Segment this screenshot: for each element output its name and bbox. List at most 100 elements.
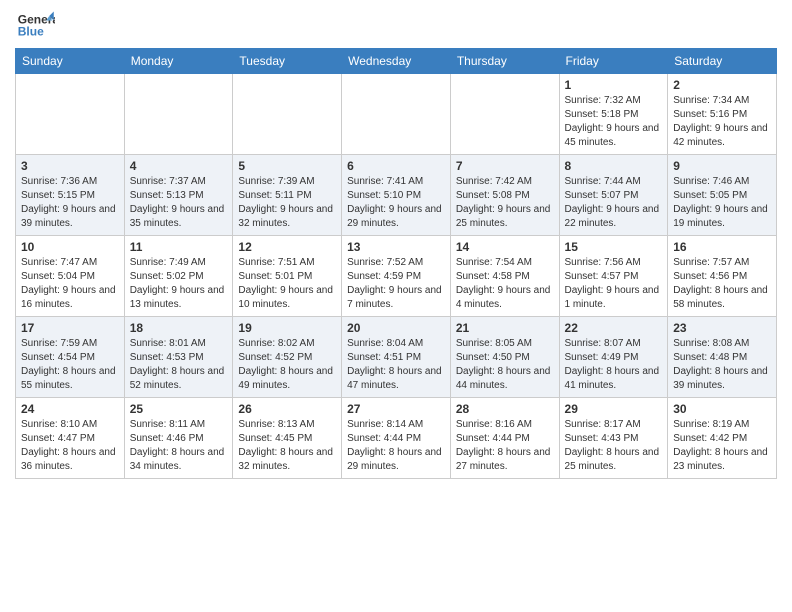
day-cell-17: 17 Sunrise: 7:59 AM Sunset: 4:54 PM Dayli…	[16, 317, 125, 398]
day-cell-27: 27Sunrise: 8:14 AM Sunset: 4:44 PM Dayli…	[342, 398, 451, 479]
day-info: Sunrise: 8:13 AM Sunset: 4:45 PM Dayligh…	[238, 418, 336, 474]
day-cell-6: 6 Sunrise: 7:41 AM Sunset: 5:10 PM Daylig…	[342, 155, 451, 236]
day-number: 15	[565, 240, 663, 254]
day-cell-13: 13 Sunrise: 7:52 AM Sunset: 4:59 PM Dayli…	[342, 236, 451, 317]
day-number: 4	[130, 159, 228, 173]
day-number: 16	[673, 240, 771, 254]
day-number: 25	[130, 402, 228, 416]
day-cell-21: 21 Sunrise: 8:05 AM Sunset: 4:50 PM Dayli…	[450, 317, 559, 398]
day-cell-11: 11Sunrise: 7:49 AM Sunset: 5:02 PM Dayli…	[124, 236, 233, 317]
svg-text:Blue: Blue	[18, 25, 44, 39]
day-cell-7: 7 Sunrise: 7:42 AM Sunset: 5:08 PM Daylig…	[450, 155, 559, 236]
day-info: Sunrise: 7:54 AM Sunset: 4:58 PM Dayligh…	[456, 256, 554, 312]
day-number: 24	[21, 402, 119, 416]
day-cell-18: 18 Sunrise: 8:01 AM Sunset: 4:53 PM Dayli…	[124, 317, 233, 398]
day-info: Sunrise: 7:47 AM Sunset: 5:04 PM Dayligh…	[21, 256, 119, 312]
day-cell-14: 14 Sunrise: 7:54 AM Sunset: 4:58 PM Dayli…	[450, 236, 559, 317]
day-number: 14	[456, 240, 554, 254]
day-cell-8: 8 Sunrise: 7:44 AM Sunset: 5:07 PM Daylig…	[559, 155, 668, 236]
day-number: 27	[347, 402, 445, 416]
day-info: Sunrise: 8:10 AM Sunset: 4:47 PM Dayligh…	[21, 418, 119, 474]
week-row-4: 17 Sunrise: 7:59 AM Sunset: 4:54 PM Dayli…	[16, 317, 777, 398]
day-number: 12	[238, 240, 336, 254]
day-number: 30	[673, 402, 771, 416]
day-info: Sunrise: 7:34 AM Sunset: 5:16 PM Dayligh…	[673, 94, 771, 150]
day-info: Sunrise: 8:19 AM Sunset: 4:42 PM Dayligh…	[673, 418, 771, 474]
day-cell-25: 25 Sunrise: 8:11 AM Sunset: 4:46 PM Dayli…	[124, 398, 233, 479]
day-number: 19	[238, 321, 336, 335]
day-info: Sunrise: 7:49 AM Sunset: 5:02 PM Dayligh…	[130, 256, 228, 312]
day-info: Sunrise: 7:42 AM Sunset: 5:08 PM Dayligh…	[456, 175, 554, 231]
day-info: Sunrise: 7:44 AM Sunset: 5:07 PM Dayligh…	[565, 175, 663, 231]
day-info: Sunrise: 7:57 AM Sunset: 4:56 PM Dayligh…	[673, 256, 771, 312]
day-cell-empty	[233, 74, 342, 155]
day-number: 13	[347, 240, 445, 254]
day-cell-30: 30 Sunrise: 8:19 AM Sunset: 4:42 PM Dayli…	[668, 398, 777, 479]
day-header-wednesday: Wednesday	[342, 49, 451, 74]
day-info: Sunrise: 7:36 AM Sunset: 5:15 PM Dayligh…	[21, 175, 119, 231]
day-cell-20: 20 Sunrise: 8:04 AM Sunset: 4:51 PM Dayli…	[342, 317, 451, 398]
day-number: 26	[238, 402, 336, 416]
day-number: 17	[21, 321, 119, 335]
day-info: Sunrise: 7:37 AM Sunset: 5:13 PM Dayligh…	[130, 175, 228, 231]
day-header-saturday: Saturday	[668, 49, 777, 74]
day-header-friday: Friday	[559, 49, 668, 74]
day-number: 6	[347, 159, 445, 173]
week-row-3: 10 Sunrise: 7:47 AM Sunset: 5:04 PM Dayli…	[16, 236, 777, 317]
day-header-sunday: Sunday	[16, 49, 125, 74]
day-info: Sunrise: 8:01 AM Sunset: 4:53 PM Dayligh…	[130, 337, 228, 393]
day-number: 23	[673, 321, 771, 335]
day-info: Sunrise: 7:52 AM Sunset: 4:59 PM Dayligh…	[347, 256, 445, 312]
day-info: Sunrise: 7:56 AM Sunset: 4:57 PM Dayligh…	[565, 256, 663, 312]
day-cell-26: 26 Sunrise: 8:13 AM Sunset: 4:45 PM Dayli…	[233, 398, 342, 479]
day-info: Sunrise: 8:04 AM Sunset: 4:51 PM Dayligh…	[347, 337, 445, 393]
day-info: Sunrise: 7:46 AM Sunset: 5:05 PM Dayligh…	[673, 175, 771, 231]
week-row-2: 3Sunrise: 7:36 AM Sunset: 5:15 PM Daylig…	[16, 155, 777, 236]
day-cell-empty	[450, 74, 559, 155]
day-info: Sunrise: 7:59 AM Sunset: 4:54 PM Dayligh…	[21, 337, 119, 393]
day-number: 9	[673, 159, 771, 173]
day-info: Sunrise: 8:11 AM Sunset: 4:46 PM Dayligh…	[130, 418, 228, 474]
day-cell-16: 16 Sunrise: 7:57 AM Sunset: 4:56 PM Dayli…	[668, 236, 777, 317]
calendar-container: General Blue SundayMondayTuesdayWednesda…	[0, 0, 792, 489]
day-cell-15: 15 Sunrise: 7:56 AM Sunset: 4:57 PM Dayli…	[559, 236, 668, 317]
day-number: 1	[565, 78, 663, 92]
day-cell-4: 4 Sunrise: 7:37 AM Sunset: 5:13 PM Daylig…	[124, 155, 233, 236]
day-cell-2: 2 Sunrise: 7:34 AM Sunset: 5:16 PM Daylig…	[668, 74, 777, 155]
day-number: 22	[565, 321, 663, 335]
day-info: Sunrise: 8:02 AM Sunset: 4:52 PM Dayligh…	[238, 337, 336, 393]
day-cell-24: 24 Sunrise: 8:10 AM Sunset: 4:47 PM Dayli…	[16, 398, 125, 479]
day-number: 28	[456, 402, 554, 416]
day-header-tuesday: Tuesday	[233, 49, 342, 74]
day-cell-1: 1 Sunrise: 7:32 AM Sunset: 5:18 PM Daylig…	[559, 74, 668, 155]
day-cell-19: 19 Sunrise: 8:02 AM Sunset: 4:52 PM Dayli…	[233, 317, 342, 398]
day-number: 20	[347, 321, 445, 335]
day-number: 2	[673, 78, 771, 92]
day-cell-empty	[16, 74, 125, 155]
day-info: Sunrise: 7:41 AM Sunset: 5:10 PM Dayligh…	[347, 175, 445, 231]
day-header-monday: Monday	[124, 49, 233, 74]
day-cell-5: 5 Sunrise: 7:39 AM Sunset: 5:11 PM Daylig…	[233, 155, 342, 236]
day-info: Sunrise: 8:08 AM Sunset: 4:48 PM Dayligh…	[673, 337, 771, 393]
header-row: SundayMondayTuesdayWednesdayThursdayFrid…	[16, 49, 777, 74]
day-cell-12: 12 Sunrise: 7:51 AM Sunset: 5:01 PM Dayli…	[233, 236, 342, 317]
day-cell-empty	[342, 74, 451, 155]
day-number: 7	[456, 159, 554, 173]
day-number: 5	[238, 159, 336, 173]
day-number: 21	[456, 321, 554, 335]
day-info: Sunrise: 7:32 AM Sunset: 5:18 PM Dayligh…	[565, 94, 663, 150]
day-cell-empty	[124, 74, 233, 155]
day-cell-9: 9 Sunrise: 7:46 AM Sunset: 5:05 PM Daylig…	[668, 155, 777, 236]
day-number: 8	[565, 159, 663, 173]
day-info: Sunrise: 7:39 AM Sunset: 5:11 PM Dayligh…	[238, 175, 336, 231]
day-info: Sunrise: 7:51 AM Sunset: 5:01 PM Dayligh…	[238, 256, 336, 312]
day-info: Sunrise: 8:05 AM Sunset: 4:50 PM Dayligh…	[456, 337, 554, 393]
day-cell-23: 23 Sunrise: 8:08 AM Sunset: 4:48 PM Dayli…	[668, 317, 777, 398]
day-info: Sunrise: 8:16 AM Sunset: 4:44 PM Dayligh…	[456, 418, 554, 474]
day-number: 29	[565, 402, 663, 416]
day-info: Sunrise: 8:07 AM Sunset: 4:49 PM Dayligh…	[565, 337, 663, 393]
day-number: 10	[21, 240, 119, 254]
day-number: 18	[130, 321, 228, 335]
calendar-table: SundayMondayTuesdayWednesdayThursdayFrid…	[15, 48, 777, 479]
day-cell-29: 29Sunrise: 8:17 AM Sunset: 4:43 PM Dayli…	[559, 398, 668, 479]
